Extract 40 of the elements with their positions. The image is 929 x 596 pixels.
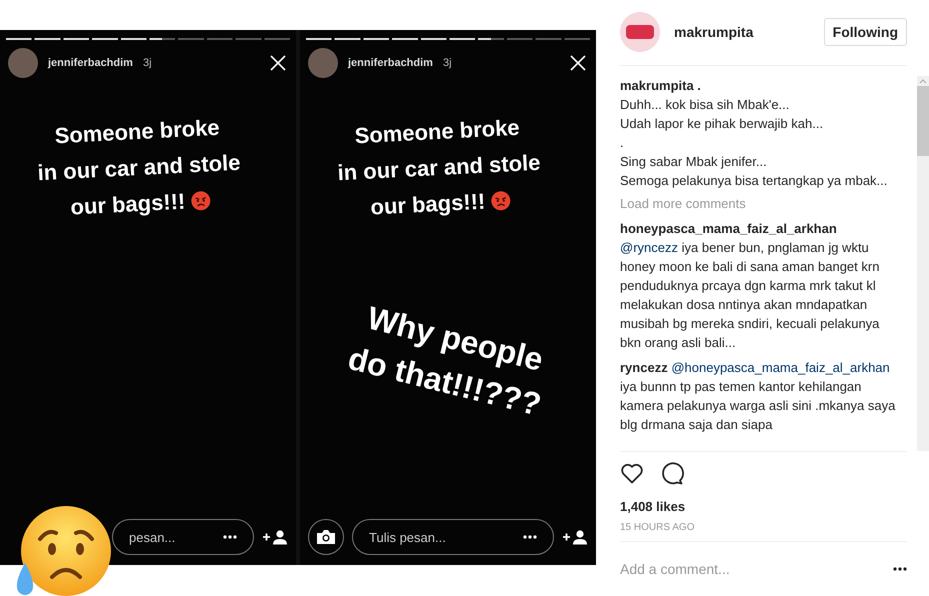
heart-icon[interactable] bbox=[620, 462, 644, 484]
story-caption-text: Someone broke bbox=[354, 114, 520, 150]
camera-button[interactable] bbox=[308, 519, 344, 555]
add-person-icon[interactable] bbox=[262, 529, 288, 545]
story-caption-text: our bags!!! bbox=[70, 188, 186, 222]
mention-link[interactable]: @ryncezz bbox=[620, 240, 678, 255]
message-field[interactable]: pesan... bbox=[112, 519, 254, 555]
story-caption-text: in our car and stole bbox=[336, 148, 542, 188]
story-caption-text: in our car and stole bbox=[36, 148, 242, 188]
more-icon[interactable] bbox=[223, 535, 237, 539]
post-time: 15 HOURS AGO bbox=[620, 522, 907, 542]
avatar-icon[interactable] bbox=[308, 48, 338, 78]
scrollbar[interactable] bbox=[917, 76, 929, 451]
story-username[interactable]: jenniferbachdim bbox=[348, 57, 433, 69]
comment-username[interactable]: ryncezz bbox=[620, 360, 668, 375]
comment-text: honeypasca_mama_faiz_al_arkhan @ryncezz iya bener bun, pnglaman jg wktu honey moon ke bali di sana aman banget krn penduduknya prcaya dgn karma mrk takut kl melakukan dosa nntinya akan mndapatkan musibah bg mereka sndiri, kecuali pelakunya bkn orang asli bali... bbox=[620, 220, 880, 352]
following-button[interactable]: Following bbox=[824, 18, 907, 46]
story-time: 3j bbox=[142, 57, 152, 69]
more-icon[interactable] bbox=[893, 567, 907, 572]
add-person-icon[interactable] bbox=[562, 529, 588, 545]
message-field[interactable]: Tulis pesan... bbox=[352, 519, 554, 555]
mention-link[interactable]: @honeypasca_mama_faiz_al_arkhan bbox=[671, 360, 890, 375]
comment-username[interactable]: makrumpita . bbox=[620, 78, 701, 93]
story-caption-text: Someone broke bbox=[54, 114, 220, 150]
story-time: 3j bbox=[442, 57, 452, 69]
scrollbar-thumb[interactable] bbox=[917, 86, 929, 156]
story-username[interactable]: jenniferbachdim bbox=[48, 57, 133, 69]
likes-count[interactable]: 1,408 likes bbox=[620, 499, 929, 514]
comment-text: ryncezz @honeypasca_mama_faiz_al_arkhan iya bunnn tp pas temen kantor kehilangan kamera pelakunya warga asli sini .mkanya saya blg drmana saja dan siapa bbox=[620, 358, 896, 434]
more-icon[interactable] bbox=[523, 535, 537, 539]
comment-text: makrumpita . Duhh... kok bisa sih Mbak'e... Udah lapor ke pihak berwajib kah... . Sing sabar Mbak jenifer... Semoga pelakunya bisa tertangkap ya mbak... bbox=[620, 76, 888, 190]
camera-icon bbox=[316, 529, 336, 545]
close-icon[interactable] bbox=[570, 55, 586, 71]
comment-username[interactable]: honeypasca_mama_faiz_al_arkhan bbox=[620, 220, 837, 236]
comment-icon[interactable] bbox=[660, 462, 684, 486]
username[interactable]: makrumpita bbox=[674, 24, 754, 40]
avatar-icon[interactable] bbox=[620, 12, 660, 52]
close-icon[interactable] bbox=[270, 55, 286, 71]
avatar-icon[interactable] bbox=[8, 48, 38, 78]
story-caption-text: our bags!!! bbox=[370, 188, 486, 222]
